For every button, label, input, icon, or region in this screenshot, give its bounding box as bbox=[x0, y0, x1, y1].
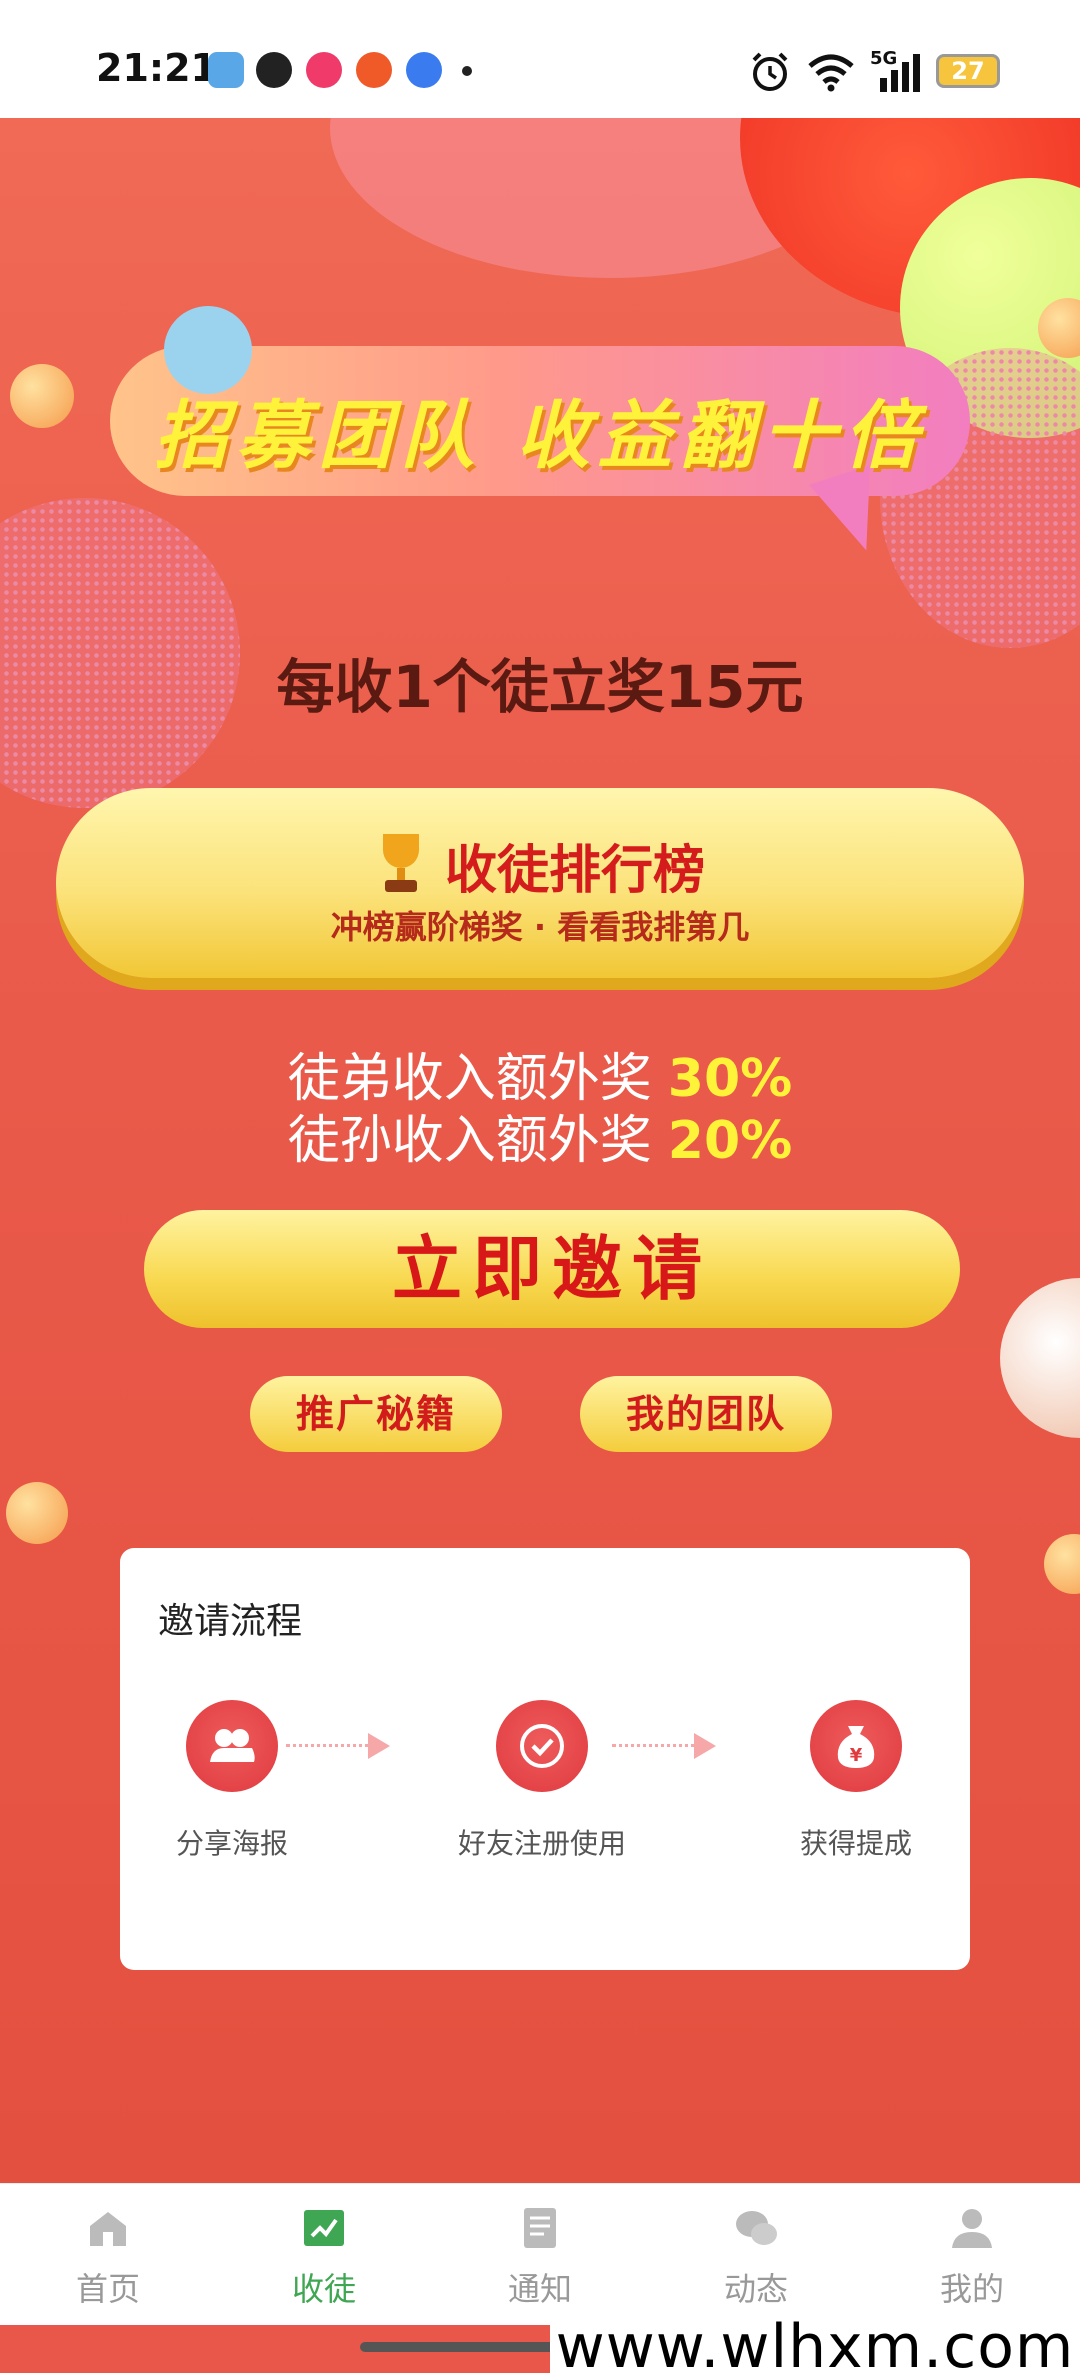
nav-mine[interactable]: 我的 bbox=[902, 2206, 1042, 2310]
money-bag-icon: ¥ bbox=[810, 1700, 902, 1792]
wifi-icon bbox=[808, 54, 854, 92]
invite-now-button[interactable]: 立即邀请 bbox=[144, 1210, 960, 1328]
nav-label: 首页 bbox=[75, 2270, 140, 2308]
home-icon bbox=[86, 2206, 130, 2250]
invite-process-title: 邀请流程 bbox=[158, 1601, 303, 1642]
nav-label: 收徒 bbox=[291, 2270, 356, 2308]
shop-app-icon bbox=[356, 52, 392, 88]
nav-feed[interactable]: 动态 bbox=[686, 2206, 826, 2310]
bonus-percent: 20% bbox=[667, 1111, 793, 1171]
promotion-tips-button[interactable]: 推广秘籍 bbox=[250, 1376, 502, 1452]
status-bar: 21:21 5G 27 bbox=[0, 0, 1080, 118]
bonus-line-grand-apprentice: 徒孙收入额外奖 20% bbox=[0, 1098, 1080, 1173]
status-time: 21:21 bbox=[96, 46, 217, 90]
step-friend-register: 好友注册使用 bbox=[442, 1700, 642, 1862]
nav-label: 我的 bbox=[939, 2270, 1004, 2308]
check-icon bbox=[496, 1700, 588, 1792]
step-connector bbox=[612, 1744, 702, 1748]
nav-label: 动态 bbox=[723, 2270, 788, 2308]
step-arrow bbox=[368, 1733, 390, 1759]
my-team-button[interactable]: 我的团队 bbox=[580, 1376, 832, 1452]
recruit-hero: 招募团队 收益翻十倍 每收1个徒立奖15元 收徒排行榜 冲榜赢阶梯奖 · 看看我… bbox=[0, 118, 1080, 2183]
alarm-icon bbox=[752, 52, 788, 91]
nav-label: 通知 bbox=[507, 2270, 572, 2308]
watermark-text: www.wlhxm.com bbox=[550, 2317, 1080, 2373]
step-label: 好友注册使用 bbox=[457, 1827, 626, 1860]
user-icon bbox=[950, 2206, 994, 2250]
step-get-commission: ¥ 获得提成 bbox=[756, 1700, 956, 1862]
bottom-nav: 首页 收徒 通知 动态 我的 bbox=[0, 2183, 1080, 2325]
chat-icon bbox=[734, 2206, 778, 2250]
decor-ball bbox=[1044, 1534, 1080, 1594]
nav-notice[interactable]: 通知 bbox=[470, 2206, 610, 2310]
invite-process-card: 邀请流程 分享海报 好友注册使用 ¥ 获得提成 bbox=[120, 1548, 970, 1970]
video-app-icon bbox=[306, 52, 342, 88]
decor-ball bbox=[6, 1482, 68, 1544]
nav-recruit[interactable]: 收徒 bbox=[254, 2206, 394, 2310]
decor-pearl bbox=[1000, 1278, 1080, 1438]
svg-text:¥: ¥ bbox=[850, 1745, 863, 1766]
banner-title: 招募团队 收益翻十倍 bbox=[154, 393, 926, 479]
reward-headline: 每收1个徒立奖15元 bbox=[276, 653, 804, 721]
step-label: 分享海报 bbox=[175, 1827, 288, 1860]
step-label: 获得提成 bbox=[799, 1827, 912, 1860]
battery-indicator: 27 bbox=[936, 54, 1000, 88]
signal-icon bbox=[880, 54, 920, 92]
more-notifications-dot bbox=[462, 66, 472, 76]
ranking-title: 收徒排行榜 bbox=[444, 841, 705, 901]
decor-ball bbox=[10, 364, 74, 428]
ranking-button[interactable]: 收徒排行榜 冲榜赢阶梯奖 · 看看我排第几 bbox=[56, 788, 1024, 978]
browser-app-icon bbox=[406, 52, 442, 88]
weather-app-icon bbox=[208, 52, 244, 88]
nav-home[interactable]: 首页 bbox=[38, 2206, 178, 2310]
ranking-title-row: 收徒排行榜 bbox=[56, 828, 1024, 903]
trophy-icon bbox=[375, 834, 427, 894]
recruit-icon bbox=[302, 2206, 346, 2250]
step-share-poster: 分享海报 bbox=[132, 1700, 332, 1862]
document-icon bbox=[518, 2206, 562, 2250]
step-connector bbox=[286, 1744, 376, 1748]
screen: 21:21 5G 27 招募团队 收益翻十倍 每收1个徒立奖15元 收徒排行榜 … bbox=[0, 0, 1080, 2373]
bonus-label: 徒孙收入额外奖 bbox=[287, 1111, 652, 1171]
step-arrow bbox=[694, 1733, 716, 1759]
users-icon bbox=[186, 1700, 278, 1792]
qq-app-icon bbox=[256, 52, 292, 88]
ranking-subtitle: 冲榜赢阶梯奖 · 看看我排第几 bbox=[330, 908, 750, 946]
